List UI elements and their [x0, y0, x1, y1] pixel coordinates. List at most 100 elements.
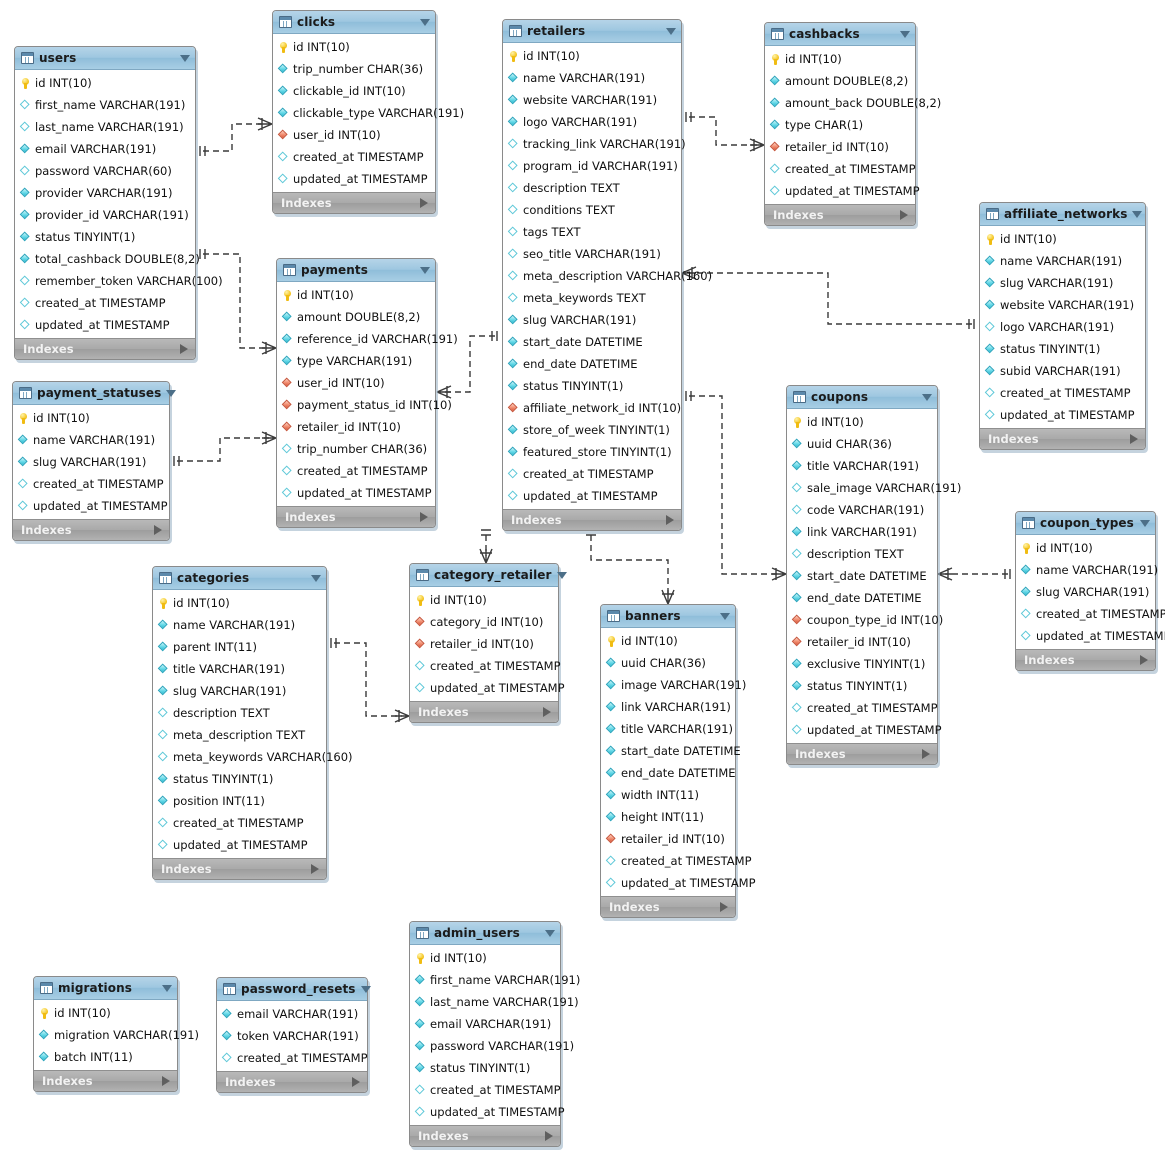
- column-row[interactable]: status TINYINT(1): [153, 768, 326, 790]
- column-row[interactable]: link VARCHAR(191): [601, 696, 735, 718]
- indexes-section-cashbacks[interactable]: Indexes: [765, 204, 915, 225]
- chevron-right-icon[interactable]: [922, 749, 930, 759]
- indexes-section-categories[interactable]: Indexes: [153, 858, 326, 879]
- column-row[interactable]: password VARCHAR(191): [410, 1035, 574, 1057]
- column-row[interactable]: slug VARCHAR(191): [503, 309, 681, 331]
- table-password_resets[interactable]: password_resets email VARCHAR(191) token V…: [216, 977, 371, 1093]
- column-row[interactable]: clickable_type VARCHAR(191): [273, 102, 464, 124]
- column-row[interactable]: email VARCHAR(191): [410, 1013, 560, 1035]
- column-row[interactable]: slug VARCHAR(191): [153, 680, 326, 702]
- table-migrations[interactable]: migrations id INT(10) migration VARCHAR(19…: [33, 976, 199, 1092]
- column-row[interactable]: trip_number CHAR(36): [273, 58, 435, 80]
- column-row[interactable]: title VARCHAR(191): [601, 718, 735, 740]
- column-row[interactable]: created_at TIMESTAMP: [153, 812, 326, 834]
- column-row[interactable]: affiliate_network_id INT(10): [503, 397, 681, 419]
- column-row[interactable]: id INT(10): [503, 45, 681, 67]
- indexes-section-clicks[interactable]: Indexes: [273, 192, 435, 213]
- column-row[interactable]: created_at TIMESTAMP: [787, 697, 938, 719]
- column-row[interactable]: updated_at TIMESTAMP: [503, 485, 681, 507]
- column-row[interactable]: id INT(10): [410, 947, 560, 969]
- table-coupon_types[interactable]: coupon_types id INT(10) name VARCHAR(191) s…: [1015, 511, 1165, 671]
- column-row[interactable]: id INT(10): [15, 72, 195, 94]
- column-row[interactable]: trip_number CHAR(36): [277, 438, 435, 460]
- table-header-categories[interactable]: categories: [153, 567, 326, 590]
- column-row[interactable]: retailer_id INT(10): [277, 416, 435, 438]
- table-coupons[interactable]: coupons id INT(10) uuid CHAR(36) title VARC…: [786, 385, 961, 765]
- chevron-down-icon[interactable]: [166, 389, 177, 397]
- chevron-down-icon[interactable]: [360, 985, 371, 993]
- column-row[interactable]: amount DOUBLE(8,2): [765, 70, 915, 92]
- column-row[interactable]: password VARCHAR(60): [15, 160, 195, 182]
- chevron-right-icon[interactable]: [1140, 655, 1148, 665]
- chevron-down-icon[interactable]: [720, 612, 730, 620]
- column-row[interactable]: name VARCHAR(191): [13, 429, 169, 451]
- column-row[interactable]: meta_keywords TEXT: [503, 287, 681, 309]
- column-row[interactable]: clickable_id INT(10): [273, 80, 435, 102]
- column-row[interactable]: first_name VARCHAR(191): [410, 969, 580, 991]
- column-row[interactable]: width INT(11): [601, 784, 735, 806]
- column-row[interactable]: end_date DATETIME: [787, 587, 937, 609]
- column-row[interactable]: retailer_id INT(10): [410, 633, 558, 655]
- column-row[interactable]: logo VARCHAR(191): [503, 111, 681, 133]
- table-banners[interactable]: banners id INT(10) uuid CHAR(36) image VARC…: [600, 604, 756, 918]
- table-payment_statuses[interactable]: payment_statuses id INT(10) name VARCHAR(1…: [12, 381, 177, 541]
- indexes-section-migrations[interactable]: Indexes: [34, 1070, 177, 1091]
- chevron-down-icon[interactable]: [1132, 210, 1143, 218]
- column-row[interactable]: id INT(10): [34, 1002, 177, 1024]
- column-row[interactable]: status TINYINT(1): [15, 226, 195, 248]
- column-row[interactable]: amount_back DOUBLE(8,2): [765, 92, 941, 114]
- indexes-section-affiliate_networks[interactable]: Indexes: [980, 428, 1145, 449]
- column-row[interactable]: name VARCHAR(191): [503, 67, 681, 89]
- column-row[interactable]: remember_token VARCHAR(100): [15, 270, 223, 292]
- column-row[interactable]: parent INT(11): [153, 636, 326, 658]
- indexes-section-retailers[interactable]: Indexes: [503, 509, 681, 530]
- column-row[interactable]: name VARCHAR(191): [153, 614, 326, 636]
- column-row[interactable]: provider_id VARCHAR(191): [15, 204, 195, 226]
- column-row[interactable]: status TINYINT(1): [410, 1057, 560, 1079]
- column-row[interactable]: status TINYINT(1): [980, 338, 1145, 360]
- indexes-section-payment_statuses[interactable]: Indexes: [13, 519, 169, 540]
- chevron-right-icon[interactable]: [720, 902, 728, 912]
- column-row[interactable]: slug VARCHAR(191): [13, 451, 169, 473]
- column-row[interactable]: created_at TIMESTAMP: [410, 655, 561, 677]
- column-row[interactable]: store_of_week TINYINT(1): [503, 419, 681, 441]
- column-row[interactable]: id INT(10): [273, 36, 435, 58]
- indexes-section-coupon_types[interactable]: Indexes: [1016, 649, 1155, 670]
- column-row[interactable]: id INT(10): [601, 630, 735, 652]
- column-row[interactable]: batch INT(11): [34, 1046, 177, 1068]
- column-row[interactable]: tracking_link VARCHAR(191): [503, 133, 686, 155]
- column-row[interactable]: id INT(10): [787, 411, 937, 433]
- column-row[interactable]: link VARCHAR(191): [787, 521, 937, 543]
- column-row[interactable]: description TEXT: [503, 177, 681, 199]
- indexes-section-users[interactable]: Indexes: [15, 338, 195, 359]
- column-row[interactable]: updated_at TIMESTAMP: [765, 180, 920, 202]
- table-users[interactable]: users id INT(10) first_name VARCHAR(191) la…: [14, 46, 223, 360]
- column-row[interactable]: description TEXT: [153, 702, 326, 724]
- table-header-affiliate_networks[interactable]: affiliate_networks: [980, 203, 1145, 226]
- chevron-right-icon[interactable]: [545, 1131, 553, 1141]
- table-header-payment_statuses[interactable]: payment_statuses: [13, 382, 177, 405]
- column-row[interactable]: id INT(10): [410, 589, 558, 611]
- column-row[interactable]: amount DOUBLE(8,2): [277, 306, 435, 328]
- column-row[interactable]: email VARCHAR(191): [217, 1003, 367, 1025]
- column-row[interactable]: id INT(10): [277, 284, 435, 306]
- column-row[interactable]: status TINYINT(1): [503, 375, 681, 397]
- column-row[interactable]: uuid CHAR(36): [787, 433, 937, 455]
- column-row[interactable]: exclusive TINYINT(1): [787, 653, 937, 675]
- column-row[interactable]: end_date DATETIME: [503, 353, 681, 375]
- column-row[interactable]: created_at TIMESTAMP: [980, 382, 1145, 404]
- column-row[interactable]: updated_at TIMESTAMP: [13, 495, 169, 517]
- chevron-down-icon[interactable]: [545, 929, 555, 937]
- chevron-right-icon[interactable]: [162, 1076, 170, 1086]
- table-header-banners[interactable]: banners: [601, 605, 735, 628]
- column-row[interactable]: seo_title VARCHAR(191): [503, 243, 681, 265]
- table-header-migrations[interactable]: migrations: [34, 977, 177, 1000]
- column-row[interactable]: updated_at TIMESTAMP: [601, 872, 756, 894]
- column-row[interactable]: created_at TIMESTAMP: [273, 146, 435, 168]
- er-diagram-canvas[interactable]: users id INT(10) first_name VARCHAR(191) la…: [0, 0, 1165, 1159]
- table-clicks[interactable]: clicks id INT(10) trip_number CHAR(36) clic…: [272, 10, 464, 214]
- chevron-down-icon[interactable]: [900, 30, 910, 38]
- column-row[interactable]: updated_at TIMESTAMP: [273, 168, 435, 190]
- chevron-down-icon[interactable]: [666, 27, 676, 35]
- column-row[interactable]: updated_at TIMESTAMP: [410, 677, 565, 699]
